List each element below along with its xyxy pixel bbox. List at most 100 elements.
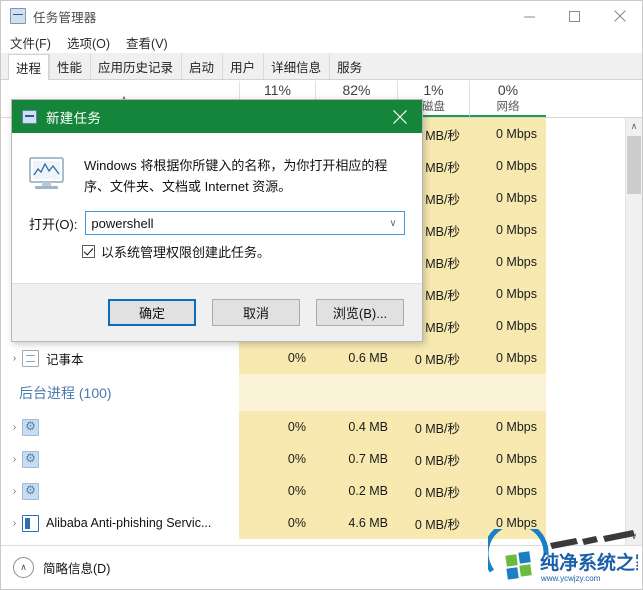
process-name-cell[interactable]: › Alibaba Anti-phishing Servic...: [1, 507, 239, 539]
cell-network: 0 Mbps: [469, 310, 546, 342]
expand-chevron-icon[interactable]: ›: [7, 518, 22, 529]
task-manager-icon: [10, 8, 26, 24]
admin-privileges-checkbox[interactable]: [82, 245, 95, 258]
command-input[interactable]: [86, 212, 381, 234]
cell-memory: 0.7 MB: [315, 443, 397, 475]
process-name-cell[interactable]: ›: [1, 475, 239, 507]
tab-services[interactable]: 服务: [329, 53, 370, 79]
tab-processes[interactable]: 进程: [8, 54, 50, 80]
table-row[interactable]: › Alibaba Anti-phishing Servic... 0% 4.6 MB…: [1, 507, 625, 539]
process-label: 记事本: [46, 352, 84, 367]
cell-network: 0 Mbps: [469, 118, 546, 150]
new-task-dialog: 新建任务 Windows 将根据你所键入的名称，为你打开相应的程序、文件夹、文档…: [11, 99, 423, 342]
tab-app-history[interactable]: 应用历史记录: [90, 53, 181, 79]
process-name-cell[interactable]: ›: [1, 411, 239, 443]
dialog-open-row: 打开(O): ∨: [12, 203, 422, 235]
dialog-body: Windows 将根据你所键入的名称，为你打开相应的程序、文件夹、文档或 Int…: [12, 133, 422, 283]
ok-button[interactable]: 确定: [108, 299, 196, 326]
column-network-percent: 0%: [497, 82, 519, 98]
menu-item-options[interactable]: 选项(O): [67, 33, 110, 52]
maximize-icon[interactable]: [552, 1, 597, 31]
column-disk-percent: 1%: [423, 82, 444, 98]
cell-memory: 0.6 MB: [315, 342, 397, 374]
group-label: 后台进程 (100): [19, 384, 112, 401]
cell-cpu: 0%: [239, 507, 315, 539]
table-row[interactable]: › 0%0.4 MB0 MB/秒0 Mbps: [1, 411, 625, 443]
chevron-up-icon[interactable]: ∧: [13, 557, 34, 578]
gear-icon: [22, 450, 39, 468]
open-label: 打开(O):: [29, 216, 78, 232]
dialog-title: 新建任务: [46, 110, 102, 126]
group-cell-disk: [397, 374, 469, 411]
dialog-message-row: Windows 将根据你所键入的名称，为你打开相应的程序、文件夹、文档或 Int…: [12, 133, 422, 203]
cell-network: 0 Mbps: [469, 507, 546, 539]
scroll-down-icon[interactable]: ∨: [626, 528, 642, 545]
run-dialog-icon: [29, 157, 67, 192]
table-row[interactable]: › 记事本 0% 0.6 MB 0 MB/秒 0 Mbps: [1, 342, 625, 374]
admin-privileges-label[interactable]: 以系统管理权限创建此任务。: [101, 242, 270, 261]
chevron-down-icon[interactable]: ∨: [382, 212, 404, 234]
cell-disk: 0 MB/秒: [397, 443, 469, 475]
cell-disk: 0 MB/秒: [397, 342, 469, 374]
group-cell-network: [469, 374, 546, 411]
minimize-icon[interactable]: [507, 1, 552, 31]
expand-chevron-icon[interactable]: ›: [7, 486, 22, 497]
expand-chevron-icon[interactable]: ›: [7, 353, 22, 364]
scroll-up-icon[interactable]: ∧: [626, 118, 642, 135]
tab-users[interactable]: 用户: [222, 53, 263, 79]
status-bar: ∧ 简略信息(D): [1, 545, 642, 589]
menu-item-view[interactable]: 查看(V): [126, 33, 168, 52]
cell-cpu: 0%: [239, 411, 315, 443]
process-label: Alibaba Anti-phishing Servic...: [46, 516, 212, 530]
menu-bar: 文件(F) 选项(O) 查看(V): [1, 31, 642, 53]
cell-network: 0 Mbps: [469, 443, 546, 475]
expand-chevron-icon[interactable]: ›: [7, 422, 22, 433]
cell-network: 0 Mbps: [469, 246, 546, 278]
dialog-message: Windows 将根据你所键入的名称，为你打开相应的程序、文件夹、文档或 Int…: [84, 158, 388, 194]
fewer-details-button[interactable]: 简略信息(D): [43, 558, 110, 577]
gear-icon: [22, 418, 39, 436]
cell-disk: 0 MB/秒: [397, 411, 469, 443]
cell-memory: 4.6 MB: [315, 507, 397, 539]
scrollbar-thumb[interactable]: [627, 136, 641, 194]
column-cpu-percent: 11%: [264, 82, 291, 98]
vertical-scrollbar[interactable]: ∧ ∨: [625, 118, 642, 545]
browse-button[interactable]: 浏览(B)...: [316, 299, 404, 326]
menu-item-file[interactable]: 文件(F): [10, 33, 51, 52]
gear-icon: [22, 482, 39, 500]
tab-strip: 进程 性能 应用历史记录 启动 用户 详细信息 服务: [1, 53, 642, 80]
expand-chevron-icon[interactable]: ›: [7, 454, 22, 465]
dialog-title-bar: 新建任务: [12, 100, 422, 133]
cell-network: 0 Mbps: [469, 475, 546, 507]
tab-performance[interactable]: 性能: [49, 53, 90, 79]
table-row[interactable]: › 0%0.2 MB0 MB/秒0 Mbps: [1, 475, 625, 507]
title-bar: 任务管理器: [1, 1, 642, 31]
command-combobox[interactable]: ∨: [85, 211, 405, 235]
process-name-cell[interactable]: ›: [1, 443, 239, 475]
cell-network: 0 Mbps: [469, 278, 546, 310]
cell-cpu: 0%: [239, 342, 315, 374]
cell-network: 0 Mbps: [469, 150, 546, 182]
dialog-checkbox-row[interactable]: 以系统管理权限创建此任务。: [12, 235, 422, 261]
cell-memory: 0.2 MB: [315, 475, 397, 507]
process-group-header[interactable]: 后台进程 (100): [1, 374, 625, 411]
table-row[interactable]: › 0%0.7 MB0 MB/秒0 Mbps: [1, 443, 625, 475]
cell-disk: 0 MB/秒: [397, 507, 469, 539]
dialog-spacer: [12, 261, 422, 283]
cell-cpu: 0%: [239, 443, 315, 475]
dialog-button-bar: 确定 取消 浏览(B)...: [12, 283, 422, 341]
column-memory-percent: 82%: [342, 82, 371, 98]
group-cell-memory: [315, 374, 397, 411]
tab-details[interactable]: 详细信息: [263, 53, 329, 79]
cell-network: 0 Mbps: [469, 411, 546, 443]
window-title: 任务管理器: [33, 10, 97, 25]
process-name-cell[interactable]: › 记事本: [1, 342, 239, 374]
cell-network: 0 Mbps: [469, 342, 546, 374]
column-header-network[interactable]: 0% 网络: [469, 81, 546, 117]
close-icon[interactable]: [597, 1, 642, 31]
doc-icon: [22, 349, 39, 367]
dialog-close-icon[interactable]: [377, 100, 422, 133]
cancel-button[interactable]: 取消: [212, 299, 300, 326]
tab-startup[interactable]: 启动: [181, 53, 222, 79]
column-network-label: 网络: [496, 101, 520, 113]
